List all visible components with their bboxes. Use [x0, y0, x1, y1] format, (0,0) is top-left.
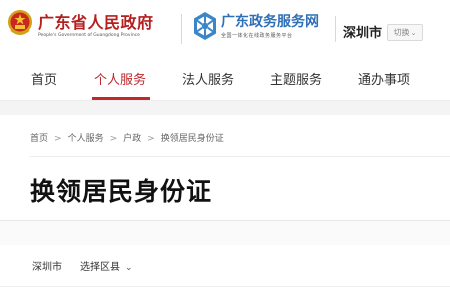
chevron-down-icon: ⌄	[410, 29, 417, 37]
breadcrumb-personal-services[interactable]: 个人服务	[68, 131, 104, 144]
breadcrumb: 首页 > 个人服务 > 户政 > 换领居民身份证	[30, 131, 224, 144]
region-divider	[0, 286, 450, 287]
gov-site-subtitle: People's Government of Guangdong Provinc…	[38, 33, 140, 38]
section-gap	[0, 101, 450, 115]
breadcrumb-home[interactable]: 首页	[30, 131, 48, 144]
site-header: 广东省人民政府 People's Government of Guangdong…	[0, 0, 450, 58]
breadcrumb-separator: >	[109, 134, 118, 144]
region-band	[0, 221, 450, 245]
header-divider	[335, 16, 336, 42]
national-emblem-icon	[8, 10, 32, 35]
district-select-label: 选择区县	[80, 262, 120, 273]
page-title: 换领居民身份证	[30, 177, 213, 206]
current-city: 深圳市	[343, 26, 383, 41]
breadcrumb-divider	[30, 156, 450, 157]
region-city[interactable]: 深圳市	[32, 258, 62, 273]
nav-item-personal-services[interactable]: 个人服务	[94, 69, 146, 88]
header-divider	[181, 14, 182, 44]
gov-site-title[interactable]: 广东省人民政府	[38, 9, 154, 33]
service-site-subtitle: 全国一体化在线政务服务平台	[221, 33, 293, 39]
breadcrumb-separator: >	[147, 134, 155, 144]
service-site-title[interactable]: 广东政务服务网	[221, 11, 319, 31]
breadcrumb-household-administration[interactable]: 户政	[123, 131, 141, 144]
breadcrumb-separator: >	[54, 134, 62, 144]
nav-item-legal-person-services[interactable]: 法人服务	[182, 69, 234, 88]
nav-item-theme-services[interactable]: 主题服务	[270, 69, 322, 88]
city-switch-button[interactable]: 切换⌄	[387, 24, 423, 41]
district-select[interactable]: 选择区县 ⌄	[80, 258, 133, 273]
nav-item-home[interactable]: 首页	[31, 69, 57, 88]
city-switch-label: 切换	[393, 28, 410, 37]
breadcrumb-current: 换领居民身份证	[160, 134, 224, 144]
chevron-down-icon: ⌄	[125, 263, 133, 273]
main-nav: 首页 个人服务 法人服务 主题服务 通办事项	[0, 58, 450, 101]
nav-item-universal-matters[interactable]: 通办事项	[358, 69, 410, 88]
service-network-logo-icon	[194, 12, 216, 40]
active-tab-indicator	[92, 97, 150, 100]
